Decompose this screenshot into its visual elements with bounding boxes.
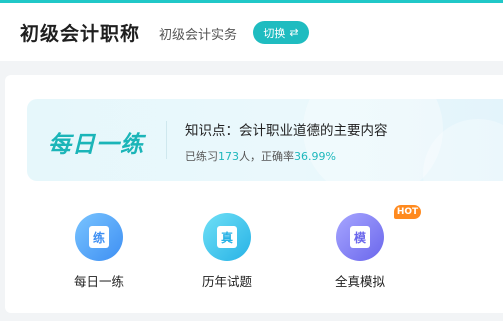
entry-grid: 练 每日一练 真 历年试题 模 HOT 全真模拟	[5, 205, 503, 305]
stats-prefix: 已练习	[185, 150, 218, 163]
entry-daily-practice[interactable]: 练 每日一练	[53, 205, 143, 295]
header: 初级会计职称 初级会计实务 切换 ⇄	[0, 3, 503, 61]
hot-badge: HOT	[394, 205, 421, 219]
entry-label: 每日一练	[73, 274, 124, 289]
practiced-count: 173	[218, 150, 239, 163]
banner-divider	[166, 121, 167, 159]
switch-subject-button[interactable]: 切换 ⇄	[253, 21, 309, 44]
swap-arrows-icon: ⇄	[289, 26, 299, 39]
banner-decoration	[303, 99, 443, 181]
daily-practice-banner[interactable]: 每日一练 知识点：会计职业道德的主要内容 已练习173人，正确率36.99%	[27, 99, 503, 181]
daily-practice-icon: 练	[75, 213, 123, 261]
practice-card: 每日一练 知识点：会计职业道德的主要内容 已练习173人，正确率36.99% 练…	[5, 75, 503, 313]
mock-exam-icon: 模	[336, 213, 384, 261]
accuracy-rate: 36.99%	[294, 150, 336, 163]
doc-glyph: 模	[350, 226, 370, 248]
switch-button-label: 切换	[263, 26, 286, 40]
entry-label: 历年试题	[201, 274, 252, 289]
past-exams-icon: 真	[203, 213, 251, 261]
doc-glyph: 真	[217, 226, 237, 248]
current-subject: 初级会计实务	[159, 28, 238, 43]
entry-label: 全真模拟	[334, 274, 385, 289]
practice-stats: 已练习173人，正确率36.99%	[185, 148, 336, 164]
stats-middle: 人，正确率	[239, 150, 294, 163]
daily-practice-logo: 每日一练	[48, 132, 144, 158]
doc-glyph: 练	[89, 226, 109, 248]
page-title: 初级会计职称	[20, 23, 141, 45]
knowledge-point: 知识点：会计职业道德的主要内容	[185, 123, 388, 139]
entry-past-exams[interactable]: 真 历年试题	[181, 205, 271, 295]
entry-mock-exam[interactable]: 模 HOT 全真模拟	[314, 205, 421, 295]
